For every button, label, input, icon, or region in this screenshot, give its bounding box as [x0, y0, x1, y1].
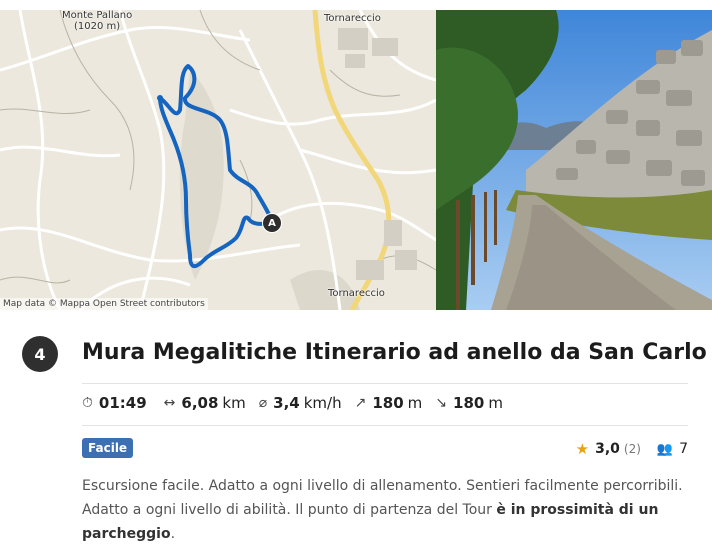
tour-title[interactable]: Mura Megalitiche Itinerario ad anello da…: [82, 340, 707, 365]
tour-index-badge: 4: [22, 336, 58, 372]
route-map[interactable]: Monte Pallano (1020 m) Tornareccio Torna…: [0, 10, 436, 310]
map-canvas: [0, 10, 436, 310]
stat-descent: ↘ 180 m: [435, 394, 503, 412]
star-icon: ★: [575, 440, 590, 458]
stat-speed: ⌀ 3,4 km/h: [259, 394, 342, 412]
divider-top: [82, 383, 688, 384]
divider-bottom: [82, 425, 688, 426]
duration-value: 01:49: [98, 394, 147, 412]
descent-arrow-icon: ↘: [435, 395, 448, 411]
tour-description: Escursione facile. Adatto a ogni livello…: [82, 474, 688, 546]
ascent-arrow-icon: ↗: [354, 395, 367, 411]
average-speed-icon: ⌀: [258, 395, 268, 411]
rating-summary: ★ 3,0 (2) 👥 7: [576, 440, 688, 458]
descent-value: 180: [453, 394, 485, 412]
start-marker-label: A: [268, 217, 276, 229]
start-marker[interactable]: A: [262, 213, 282, 233]
tour-photo-image: [436, 10, 712, 310]
map-attribution[interactable]: Map data © Mappa Open Street contributor…: [0, 298, 208, 310]
descent-unit: m: [488, 394, 503, 412]
map-label-town-north: Tornareccio: [324, 13, 381, 24]
difficulty-badge: Facile: [82, 438, 134, 458]
map-label-town-south: Tornareccio: [328, 288, 385, 299]
speed-value: 3,4: [273, 394, 300, 412]
description-end: .: [170, 526, 176, 542]
distance-unit: km: [222, 394, 246, 412]
tour-photo[interactable]: [436, 10, 712, 310]
map-label-peak: Monte Pallano (1020 m): [62, 10, 133, 32]
tour-card[interactable]: Monte Pallano (1020 m) Tornareccio Torna…: [0, 0, 712, 552]
people-icon: 👥: [656, 441, 674, 457]
rating-value: 3,0: [595, 441, 620, 457]
stopwatch-icon: ⏱: [82, 395, 93, 411]
tour-stats: ⏱ 01:49 ↔ 6,08 km ⌀ 3,4 km/h ↗ 180 m ↘ 1…: [82, 394, 516, 412]
stat-distance: ↔ 6,08 km: [164, 394, 246, 412]
rating-count: (2): [623, 442, 641, 456]
ascent-value: 180: [372, 394, 404, 412]
speed-unit: km/h: [303, 394, 342, 412]
tour-media[interactable]: Monte Pallano (1020 m) Tornareccio Torna…: [0, 10, 712, 310]
people-count: 7: [679, 441, 688, 457]
stat-duration: ⏱ 01:49: [82, 394, 151, 412]
ascent-unit: m: [407, 394, 423, 412]
distance-arrows-icon: ↔: [163, 395, 176, 411]
stat-ascent: ↗ 180 m: [355, 394, 423, 412]
distance-value: 6,08: [181, 394, 219, 412]
